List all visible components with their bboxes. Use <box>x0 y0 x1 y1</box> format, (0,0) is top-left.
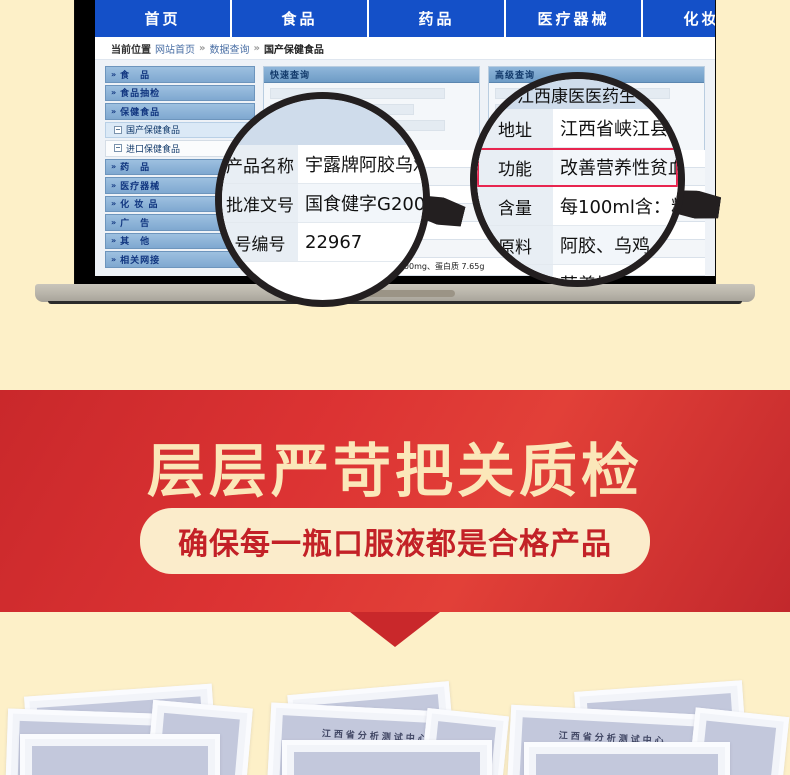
breadcrumb-link-data-query[interactable]: 数据查询 <box>209 41 249 56</box>
magnified-value: 国食健字G2008 <box>305 194 423 215</box>
product-detail-page: 首页 食品 药品 医疗器械 化妆品 当前位置 网站首页 » 数据查询 » 国产保… <box>0 0 790 775</box>
breadcrumb-separator-1: » <box>199 42 206 54</box>
quick-search-title: 快速查询 <box>264 67 479 83</box>
sidebar-item-label: 化 妆 品 <box>120 200 159 211</box>
nav-tab-food[interactable]: 食品 <box>232 0 369 37</box>
laptop-showcase-section: 首页 食品 药品 医疗器械 化妆品 当前位置 网站首页 » 数据查询 » 国产保… <box>0 0 790 390</box>
sidebar-item-label: 相关网接 <box>120 255 161 266</box>
sidebar-item-label: 进口保健食品 <box>126 144 181 155</box>
breadcrumb-link-home[interactable]: 网站首页 <box>155 41 195 56</box>
sidebar-item-label: 广 告 <box>120 218 151 229</box>
magnified-key: 地址 <box>477 109 553 147</box>
site-navigation-bar: 首页 食品 药品 医疗器械 化妆品 <box>95 0 715 37</box>
magnifier-left: 产品名称 宇露牌阿胶乌鸡口 批准文号 国食健字G2008 号编号 22967 <box>215 92 430 307</box>
report-body <box>294 752 480 775</box>
magnified-value: 江西省峡江县巴邱镇 <box>560 119 678 140</box>
report-document <box>282 740 492 775</box>
sidebar-item-label: 食品抽检 <box>120 89 161 100</box>
chevron-right-icon: » <box>111 162 118 172</box>
chevron-right-icon: » <box>111 88 118 98</box>
banner-arrow-down <box>350 612 440 647</box>
report-document <box>20 734 220 775</box>
breadcrumb-current: 国产保健食品 <box>263 44 324 56</box>
nav-tab-drugs[interactable]: 药品 <box>369 0 506 37</box>
magnified-key: 批准文号 <box>222 184 298 222</box>
sidebar-item-label: 其 他 <box>120 237 151 248</box>
sidebar-item-label: 保健食品 <box>120 107 161 118</box>
chevron-right-icon: » <box>111 199 118 209</box>
sidebar-item-food[interactable]: » 食 品 <box>105 66 255 83</box>
quality-inspection-banner: 层层严苛把关质检 确保每一瓶口服液都是合格产品 <box>0 390 790 612</box>
chevron-right-icon: » <box>111 106 118 116</box>
magnified-row-ingredients: 原料 阿胶、乌鸡、枸杞子 <box>477 226 678 265</box>
chevron-right-icon: » <box>111 217 118 227</box>
magnified-row-product-name: 产品名称 宇露牌阿胶乌鸡口 <box>222 145 423 184</box>
magnified-key: 号编号 <box>222 223 298 261</box>
report-document <box>524 742 730 775</box>
magnified-company-name: 江西康医医药生 <box>477 79 678 109</box>
laptop-base-edge <box>48 301 742 304</box>
magnified-key: 原料 <box>477 226 553 264</box>
magnifier-left-content: 产品名称 宇露牌阿胶乌鸡口 批准文号 国食健字G2008 号编号 22967 <box>222 99 423 300</box>
nav-tab-medical-devices[interactable]: 医疗器械 <box>506 0 643 37</box>
sidebar-item-label: 医疗器械 <box>120 181 161 192</box>
magnified-row-function-highlighted: 功能 改善营养性贫血 <box>477 148 678 187</box>
magnified-row-product-id: 号编号 22967 <box>222 223 423 262</box>
sidebar-item-label: 药 品 <box>120 163 151 174</box>
chevron-right-icon: » <box>111 180 118 190</box>
minus-box-icon <box>114 125 122 134</box>
magnified-row-address: 地址 江西省峡江县巴邱镇 <box>477 109 678 148</box>
nav-tab-cosmetics[interactable]: 化妆品 <box>643 0 715 37</box>
magnified-value: 22967 <box>305 231 363 253</box>
magnified-key: 功能 <box>477 148 553 186</box>
chevron-right-icon: » <box>111 69 118 79</box>
report-body <box>536 754 718 775</box>
nav-tab-home[interactable]: 首页 <box>95 0 232 37</box>
breadcrumb: 当前位置 网站首页 » 数据查询 » 国产保健食品 <box>95 37 715 60</box>
report-body <box>32 746 208 775</box>
chevron-right-icon: » <box>111 254 118 264</box>
minus-box-icon <box>114 144 122 153</box>
magnifier-right-content: 江西康医医药生 地址 江西省峡江县巴邱镇 功能 改善营养性贫血 含量 每100m… <box>477 79 678 280</box>
magnified-key: 产品名称 <box>222 145 298 183</box>
magnified-value: 每100ml含：粗多糖 4 <box>560 197 678 218</box>
chevron-right-icon: » <box>111 236 118 246</box>
magnified-value: 宇露牌阿胶乌鸡口 <box>305 155 423 176</box>
sidebar-item-label: 国产保健食品 <box>126 126 181 137</box>
banner-headline: 层层严苛把关质检 <box>146 437 643 505</box>
banner-subtitle-pill: 确保每一瓶口服液都是合格产品 <box>140 508 650 574</box>
breadcrumb-label: 当前位置 <box>111 44 151 56</box>
magnifier-right: 江西康医医药生 地址 江西省峡江县巴邱镇 功能 改善营养性贫血 含量 每100m… <box>470 72 685 287</box>
magnified-value: 改善营养性贫血 <box>560 158 678 179</box>
magnified-value: 阿胶、乌鸡、枸杞子 <box>560 236 678 257</box>
magnified-key: 含量 <box>477 187 553 225</box>
magnified-row-approval-number: 批准文号 国食健字G2008 <box>222 184 423 223</box>
sidebar-item-label: 食 品 <box>120 70 151 81</box>
magnified-row-content: 含量 每100ml含：粗多糖 4 <box>477 187 678 226</box>
breadcrumb-separator-2: » <box>253 42 260 54</box>
